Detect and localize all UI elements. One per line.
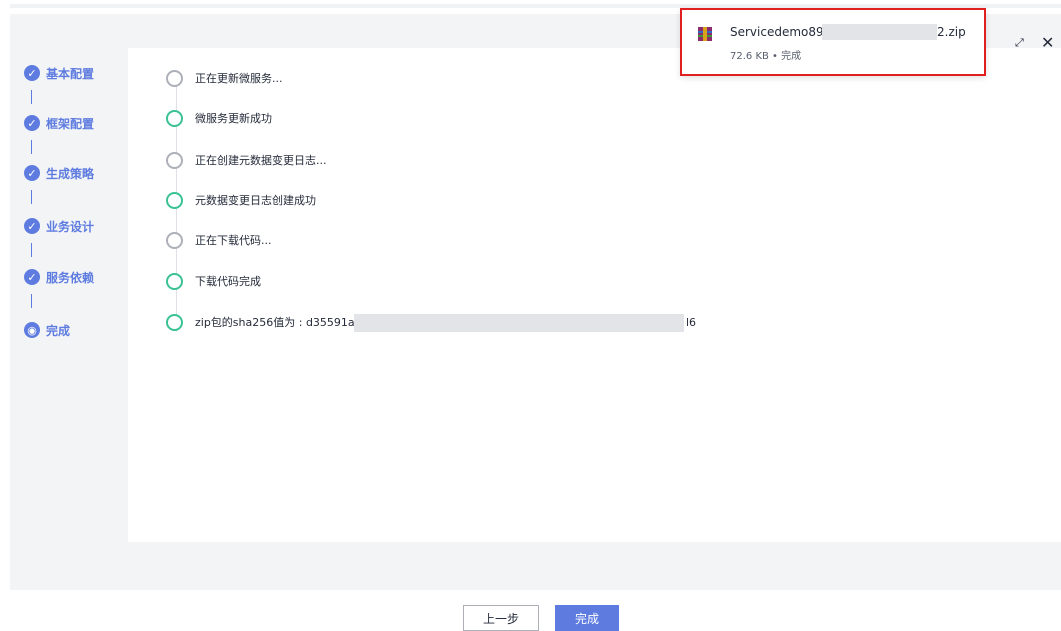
timeline-item: 微服务更新成功: [166, 108, 272, 128]
redacted-hash: [354, 314, 684, 332]
step-connector: [31, 140, 32, 154]
close-icon[interactable]: ✕: [1041, 33, 1054, 52]
pending-circle-icon: [166, 69, 183, 87]
timeline-item: 元数据变更日志创建成功: [166, 190, 316, 210]
check-icon: ✓: [24, 165, 40, 181]
archive-file-icon: [698, 27, 712, 41]
step-finish[interactable]: ◉ 完成: [24, 320, 70, 340]
step-connector: [31, 294, 32, 308]
step-label: 服务依赖: [46, 270, 95, 285]
timeline-text: 元数据变更日志创建成功: [195, 194, 316, 207]
timeline-item: 正在创建元数据变更日志...: [166, 150, 327, 170]
step-label: 生成策略: [46, 166, 95, 181]
download-file-name[interactable]: Servicedemo89: [730, 25, 824, 39]
timeline-item: 正在更新微服务...: [166, 68, 283, 88]
step-business-design[interactable]: ✓ 业务设计: [24, 216, 94, 236]
check-icon: ✓: [24, 65, 40, 81]
success-circle-icon: [166, 272, 183, 290]
step-label: 基本配置: [46, 66, 95, 81]
timeline-text: 正在下载代码...: [195, 234, 272, 247]
timeline-text: 下载代码完成: [195, 275, 261, 288]
timeline-text: 微服务更新成功: [195, 112, 272, 125]
download-file-suffix[interactable]: 2.zip: [937, 25, 966, 39]
timeline-text: 正在更新微服务...: [195, 72, 283, 85]
download-popup[interactable]: Servicedemo89 2.zip 72.6 KB • 完成: [680, 8, 986, 76]
check-icon: ✓: [24, 115, 40, 131]
timeline-item: 下载代码完成: [166, 271, 261, 291]
step-label: 业务设计: [46, 219, 95, 234]
hash-tail: l6: [686, 316, 697, 329]
success-circle-icon: [166, 191, 183, 209]
check-icon: ✓: [24, 269, 40, 285]
pending-circle-icon: [166, 151, 183, 169]
step-connector: [31, 190, 32, 204]
step-basic-config[interactable]: ✓ 基本配置: [24, 63, 94, 83]
step-service-dependency[interactable]: ✓ 服务依赖: [24, 267, 94, 287]
timeline-item: 正在下载代码...: [166, 230, 272, 250]
step-label: 完成: [46, 323, 71, 338]
check-icon: ✓: [24, 218, 40, 234]
step-framework-config[interactable]: ✓ 框架配置: [24, 113, 94, 133]
redacted-filename: [822, 24, 937, 40]
pending-circle-icon: [166, 231, 183, 249]
current-step-icon: ◉: [24, 322, 40, 338]
step-connector: [31, 90, 32, 104]
step-label: 框架配置: [46, 116, 95, 131]
finish-button[interactable]: 完成: [555, 605, 619, 631]
timeline-item: zip包的sha256值为 : d35591a9: [166, 312, 362, 332]
timeline-text: 正在创建元数据变更日志...: [195, 154, 327, 167]
expand-icon[interactable]: ⤢: [1015, 36, 1024, 50]
success-circle-icon: [166, 109, 183, 127]
step-connector: [31, 243, 32, 257]
prev-step-button[interactable]: 上一步: [463, 605, 539, 631]
success-circle-icon: [166, 313, 183, 331]
sha256-text[interactable]: zip包的sha256值为 : d35591a9: [195, 314, 362, 330]
download-meta: 72.6 KB • 完成: [730, 51, 802, 62]
step-generation-strategy[interactable]: ✓ 生成策略: [24, 163, 94, 183]
